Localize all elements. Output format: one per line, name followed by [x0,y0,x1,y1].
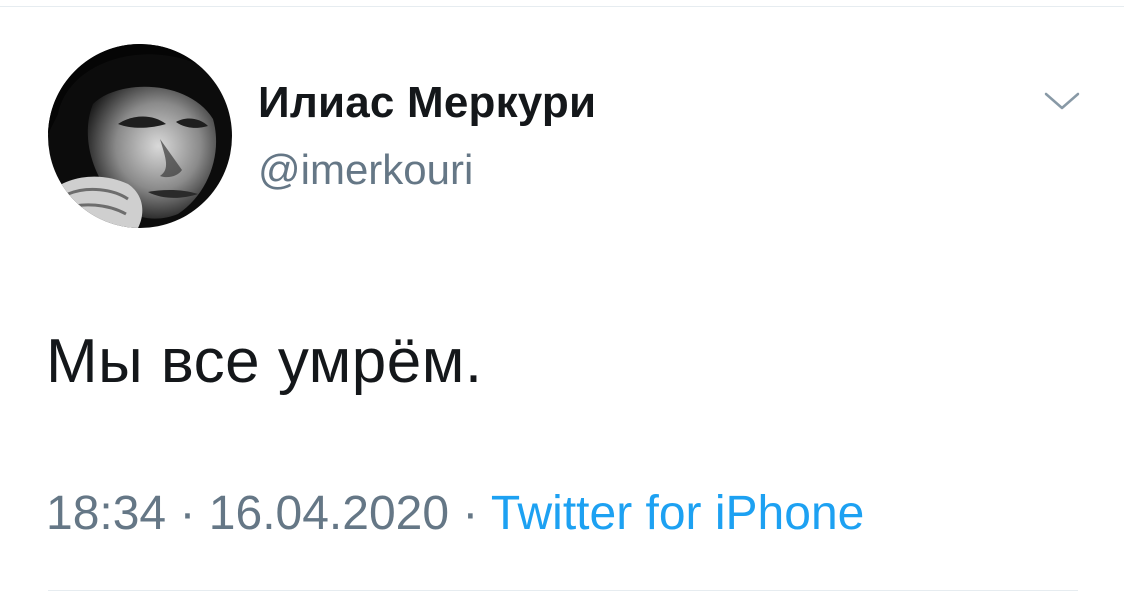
chevron-down-icon [1044,92,1080,110]
avatar-photo [48,44,232,228]
more-options-button[interactable] [1042,86,1082,116]
tweet-text: Мы все умрём. [46,327,483,396]
avatar[interactable] [48,44,232,228]
tweet-source-link[interactable]: Twitter for iPhone [491,487,865,540]
tweet-meta: 18:34 · 16.04.2020 · Twitter for iPhone [46,486,864,541]
author-handle[interactable]: @imerkouri [258,146,473,194]
bottom-divider [48,590,1078,591]
author-display-name[interactable]: Илиас Меркури [258,78,596,128]
top-divider [0,6,1124,7]
tweet-date[interactable]: 16.04.2020 [209,487,449,540]
separator-dot: · [179,487,196,540]
separator-dot: · [462,487,479,540]
tweet-time[interactable]: 18:34 [46,487,166,540]
